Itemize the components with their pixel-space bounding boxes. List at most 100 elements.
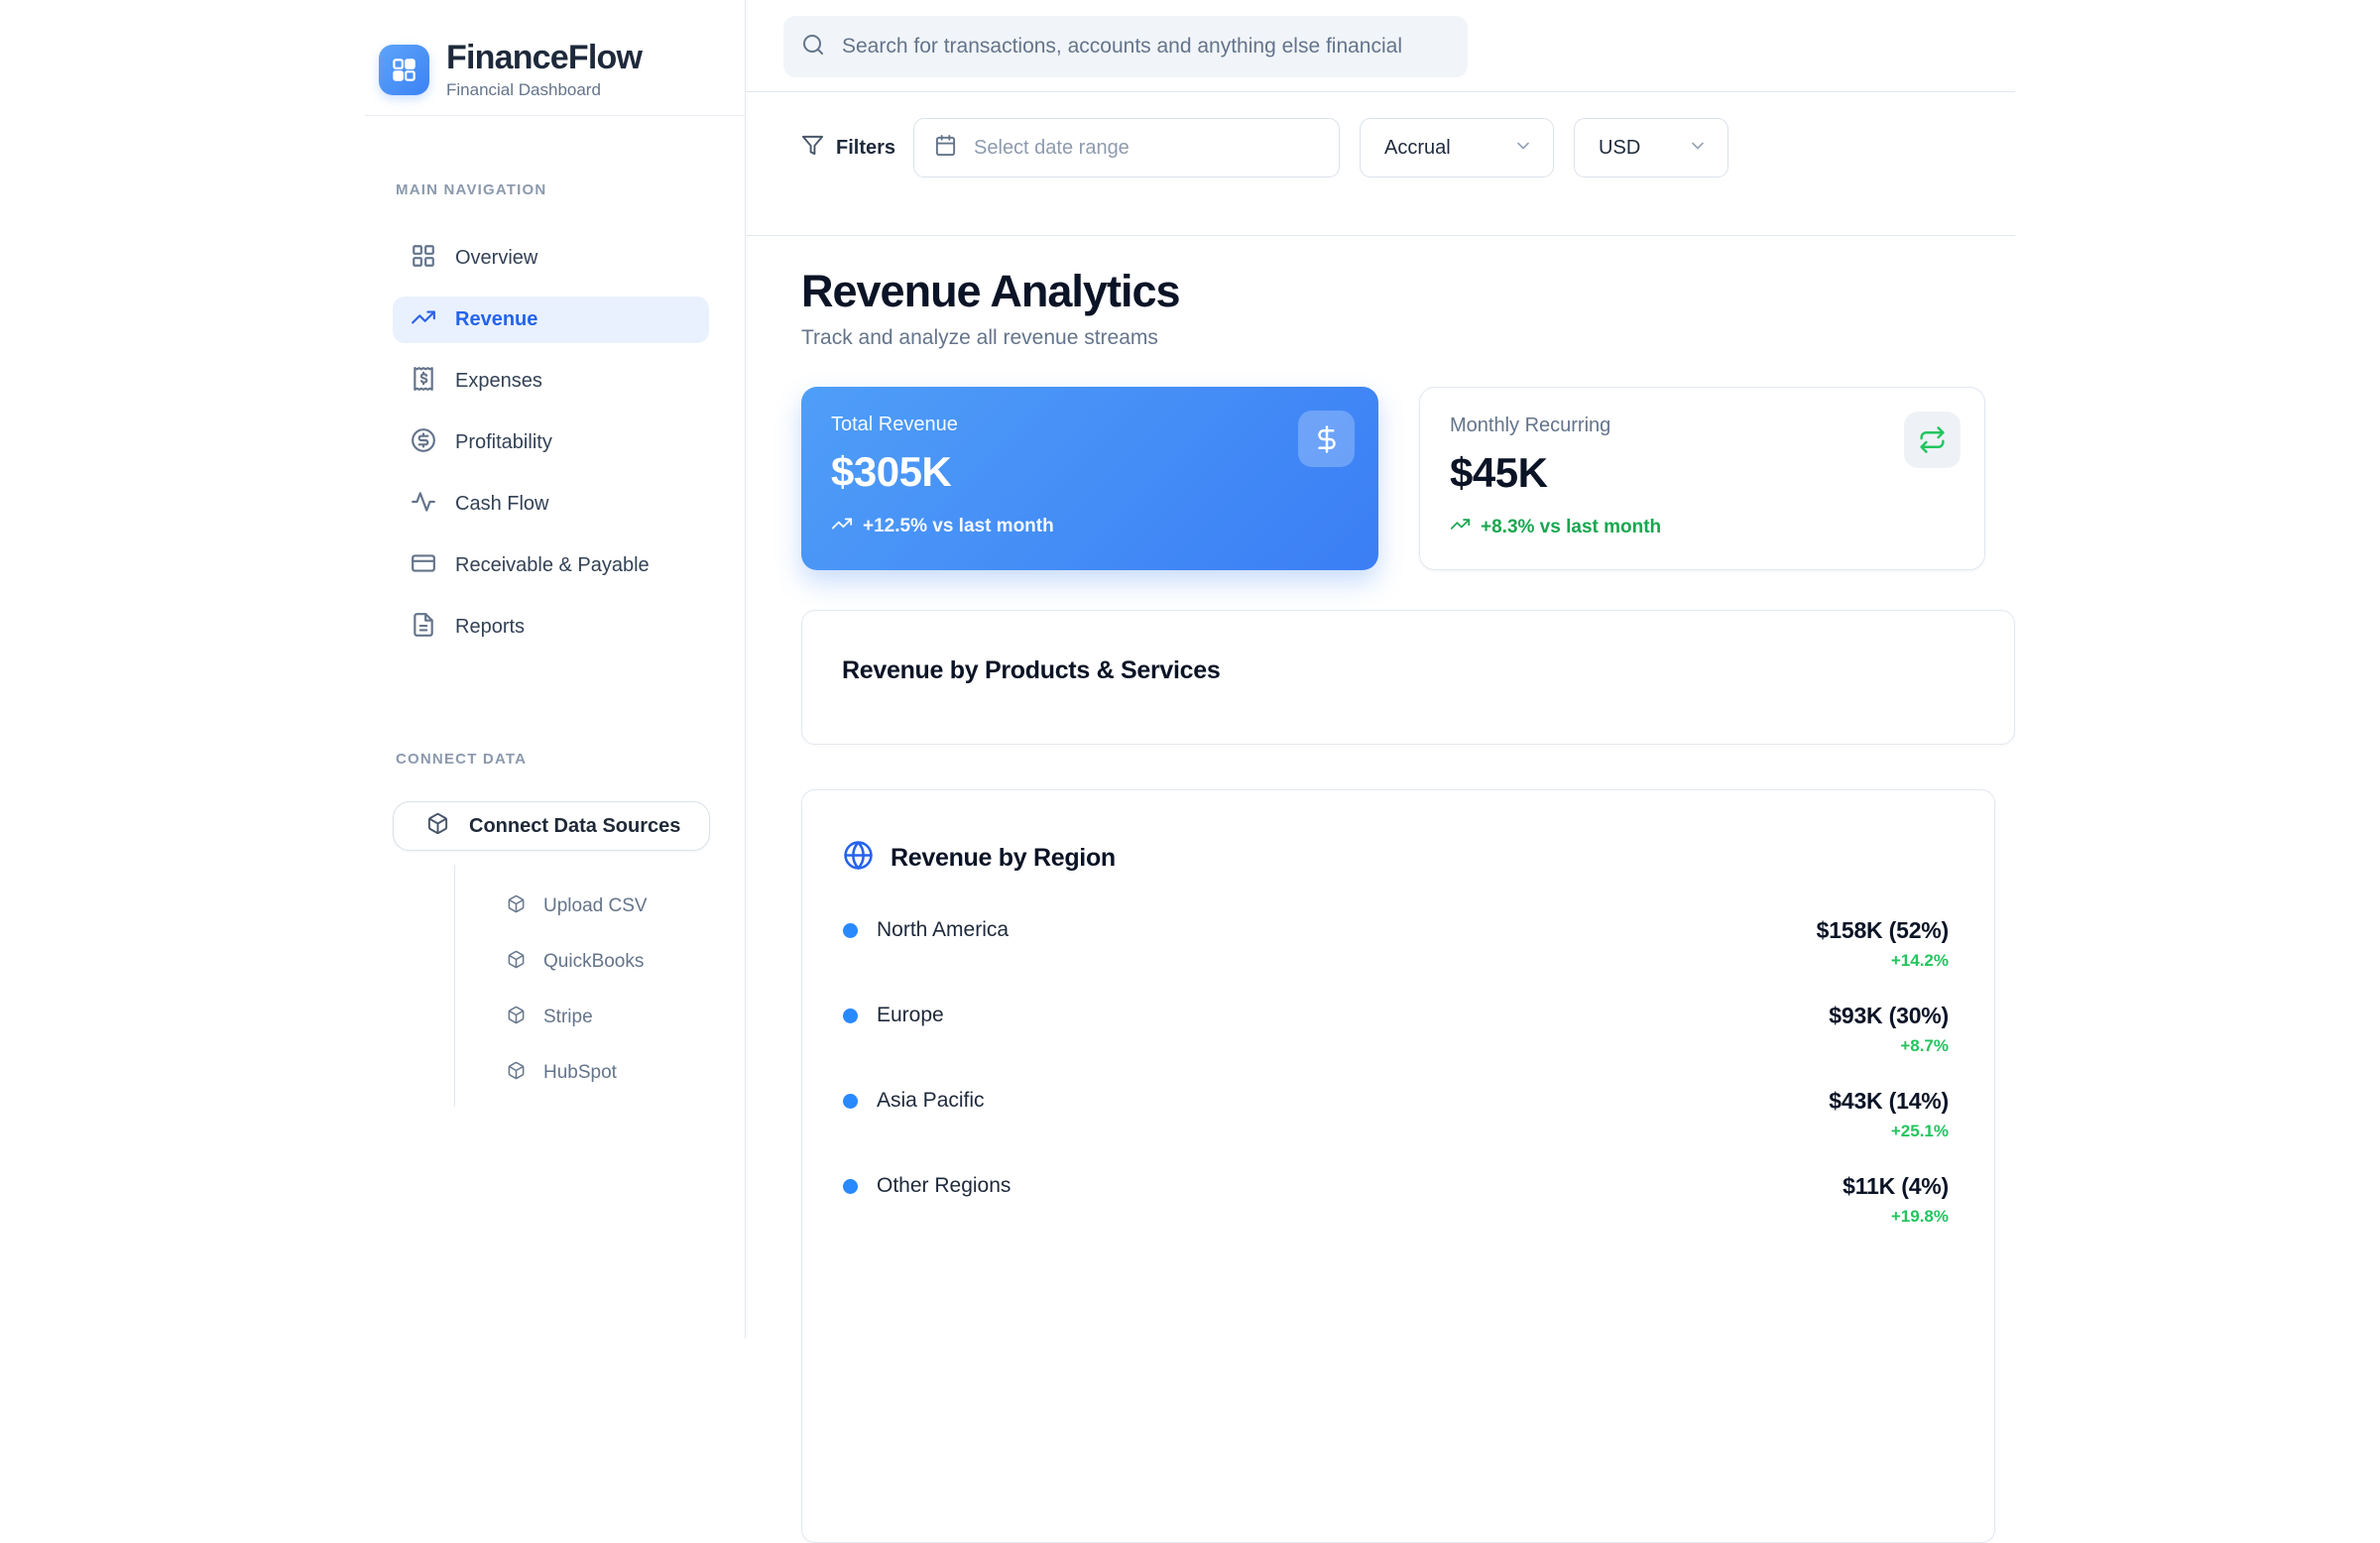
region-row-europe: Europe $93K (30%) +8.7% — [843, 1003, 1949, 1088]
sidebar-item-label: Expenses — [455, 370, 542, 393]
brand-text: FinanceFlow Financial Dashboard — [446, 40, 642, 99]
region-label-group: North America — [843, 917, 1009, 942]
package-icon — [507, 950, 526, 975]
region-label-group: Europe — [843, 1003, 944, 1027]
stat-change: +8.3% vs last month — [1481, 517, 1661, 538]
sidebar-item-revenue[interactable]: Revenue — [393, 297, 709, 343]
globe-icon — [843, 840, 874, 876]
stat-trend: +8.3% vs last month — [1450, 514, 1955, 540]
connect-caption: CONNECT DATA — [393, 751, 709, 768]
receipt-icon — [411, 366, 436, 398]
region-panel-title: Revenue by Region — [891, 844, 1116, 873]
monthly-recurring-card: Monthly Recurring $45K +8.3% vs last mon… — [1419, 387, 1985, 570]
source-item-label: QuickBooks — [543, 951, 644, 973]
connect-data-sources-button[interactable]: Connect Data Sources — [393, 801, 710, 851]
package-icon — [507, 894, 526, 919]
topbar — [746, 0, 2015, 92]
region-name: Asia Pacific — [877, 1089, 985, 1113]
brand-tagline: Financial Dashboard — [446, 80, 642, 100]
region-change: +19.8% — [1843, 1207, 1949, 1227]
sidebar-item-expenses[interactable]: Expenses — [393, 358, 709, 405]
region-row-north-america: North America $158K (52%) +14.2% — [843, 917, 1949, 1003]
region-value-group: $43K (14%) +25.1% — [1829, 1088, 1949, 1141]
connect-data-section: CONNECT DATA Connect Data Sources — [365, 665, 745, 1107]
source-item-stripe[interactable]: Stripe — [455, 990, 709, 1045]
stat-value: $305K — [831, 448, 1349, 496]
sidebar-item-reports[interactable]: Reports — [393, 604, 709, 651]
main-navigation: MAIN NAVIGATION Overview — [365, 116, 745, 651]
region-name: Europe — [877, 1004, 944, 1027]
sidebar-item-overview[interactable]: Overview — [393, 235, 709, 282]
filters-label: Filters — [836, 137, 895, 160]
region-value: $93K (30%) — [1829, 1003, 1949, 1029]
sidebar-item-receivable-payable[interactable]: Receivable & Payable — [393, 542, 709, 589]
page-title: Revenue Analytics — [801, 266, 1995, 317]
region-change: +25.1% — [1829, 1122, 1949, 1141]
stat-cards: Total Revenue $305K +12.5% vs last month — [801, 387, 1995, 570]
sidebar-item-label: Profitability — [455, 431, 552, 454]
sidebar-item-label: Reports — [455, 616, 525, 639]
page-content: Revenue Analytics Track and analyze all … — [746, 236, 2015, 1543]
region-name: Other Regions — [877, 1174, 1011, 1198]
stat-trend: +12.5% vs last month — [831, 513, 1349, 540]
region-label-group: Other Regions — [843, 1173, 1011, 1198]
date-range-input[interactable]: Select date range — [913, 118, 1340, 178]
source-item-label: Stripe — [543, 1007, 593, 1028]
sidebar-item-profitability[interactable]: Profitability — [393, 419, 709, 466]
region-value-group: $158K (52%) +14.2% — [1817, 917, 1949, 971]
app-container: FinanceFlow Financial Dashboard MAIN NAV… — [365, 0, 2015, 1339]
chevron-down-icon — [1513, 136, 1533, 161]
source-item-quickbooks[interactable]: QuickBooks — [455, 934, 709, 990]
sidebar-item-label: Overview — [455, 247, 537, 270]
chevron-down-icon — [1688, 136, 1708, 161]
source-item-label: HubSpot — [543, 1062, 617, 1084]
brand: FinanceFlow Financial Dashboard — [365, 0, 745, 116]
package-icon — [426, 812, 449, 841]
region-change: +8.7% — [1829, 1036, 1949, 1056]
currency-select[interactable]: USD — [1574, 118, 1728, 178]
stat-label: Monthly Recurring — [1450, 415, 1955, 437]
accounting-basis-select[interactable]: Accrual — [1360, 118, 1554, 178]
page-subtitle: Track and analyze all revenue streams — [801, 326, 1995, 350]
currency-value: USD — [1599, 137, 1640, 160]
accounting-basis-value: Accrual — [1384, 137, 1451, 160]
stat-label: Total Revenue — [831, 414, 1349, 436]
region-dot-icon — [843, 1009, 858, 1023]
sidebar-item-cash-flow[interactable]: Cash Flow — [393, 481, 709, 528]
circle-dollar-icon — [411, 427, 436, 459]
search-input[interactable] — [842, 35, 1448, 59]
nav-list: Overview Revenue — [393, 235, 709, 651]
package-icon — [507, 1006, 526, 1030]
region-list: North America $158K (52%) +14.2% Europe — [843, 917, 1949, 1258]
activity-icon — [411, 489, 436, 521]
region-value: $11K (4%) — [1843, 1173, 1949, 1200]
filters-toggle[interactable]: Filters — [801, 118, 895, 178]
source-item-label: Upload CSV — [543, 895, 648, 917]
sidebar-item-label: Revenue — [455, 308, 537, 331]
sidebar: FinanceFlow Financial Dashboard MAIN NAV… — [365, 0, 746, 1339]
region-row-asia-pacific: Asia Pacific $43K (14%) +25.1% — [843, 1088, 1949, 1173]
sidebar-item-label: Cash Flow — [455, 493, 548, 516]
repeat-icon — [1904, 412, 1961, 468]
source-item-hubspot[interactable]: HubSpot — [455, 1045, 709, 1101]
search-icon — [801, 33, 825, 61]
source-item-upload-csv[interactable]: Upload CSV — [455, 879, 709, 934]
data-source-list: Upload CSV QuickBooks — [454, 865, 709, 1107]
filter-bar: Filters Select date range Accrual — [746, 92, 2015, 236]
region-value-group: $11K (4%) +19.8% — [1843, 1173, 1949, 1227]
region-dot-icon — [843, 1179, 858, 1194]
revenue-by-region-panel: Revenue by Region North America $158K (5… — [801, 789, 1995, 1543]
dollar-icon — [1298, 411, 1355, 467]
revenue-by-products-panel: Revenue by Products & Services — [801, 610, 2015, 745]
region-dot-icon — [843, 1094, 858, 1109]
search-bar[interactable] — [783, 16, 1468, 77]
file-text-icon — [411, 612, 436, 644]
region-panel-header: Revenue by Region — [843, 840, 1949, 876]
region-value: $158K (52%) — [1817, 917, 1949, 944]
region-value-group: $93K (30%) +8.7% — [1829, 1003, 1949, 1056]
stat-value: $45K — [1450, 449, 1955, 497]
region-name: North America — [877, 918, 1009, 942]
region-value: $43K (14%) — [1829, 1088, 1949, 1115]
trending-up-icon — [831, 513, 853, 540]
trending-up-icon — [411, 304, 436, 336]
